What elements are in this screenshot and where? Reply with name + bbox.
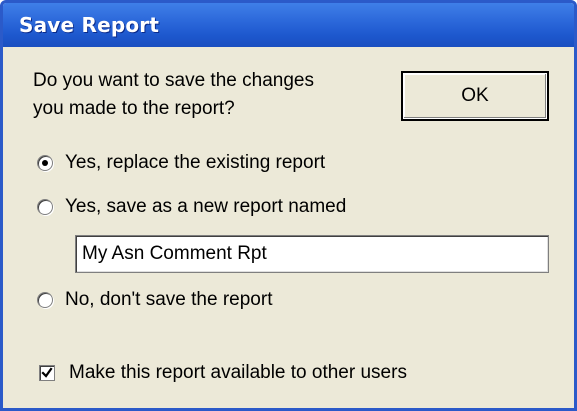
save-report-dialog: Save Report Do you want to save the chan…: [0, 0, 577, 411]
question-line-2: you made to the report?: [33, 98, 235, 119]
option-save-as-new[interactable]: Yes, save as a new report named: [37, 195, 346, 219]
new-report-name-input[interactable]: [75, 235, 549, 273]
dialog-content: Do you want to save the changes you made…: [3, 47, 574, 408]
radio-selected-dot: [42, 160, 48, 166]
share-report-row[interactable]: Make this report available to other user…: [39, 361, 407, 385]
dialog-title: Save Report: [19, 13, 160, 37]
radio-replace-existing[interactable]: [37, 155, 53, 171]
option-save-as-new-label: Yes, save as a new report named: [65, 196, 347, 217]
option-dont-save[interactable]: No, don't save the report: [37, 288, 272, 312]
share-report-checkbox[interactable]: [39, 365, 55, 381]
option-replace-existing-label: Yes, replace the existing report: [65, 152, 326, 173]
option-replace-existing[interactable]: Yes, replace the existing report: [37, 151, 325, 175]
radio-dont-save[interactable]: [37, 292, 53, 308]
save-question: Do you want to save the changes you made…: [33, 67, 393, 123]
radio-save-as-new[interactable]: [37, 199, 53, 215]
option-dont-save-label: No, don't save the report: [65, 289, 273, 310]
checkmark-icon: [41, 367, 53, 378]
share-report-label: Make this report available to other user…: [69, 362, 407, 383]
ok-button[interactable]: OK: [401, 71, 549, 121]
title-bar[interactable]: Save Report: [3, 3, 574, 47]
question-line-1: Do you want to save the changes: [33, 70, 314, 91]
